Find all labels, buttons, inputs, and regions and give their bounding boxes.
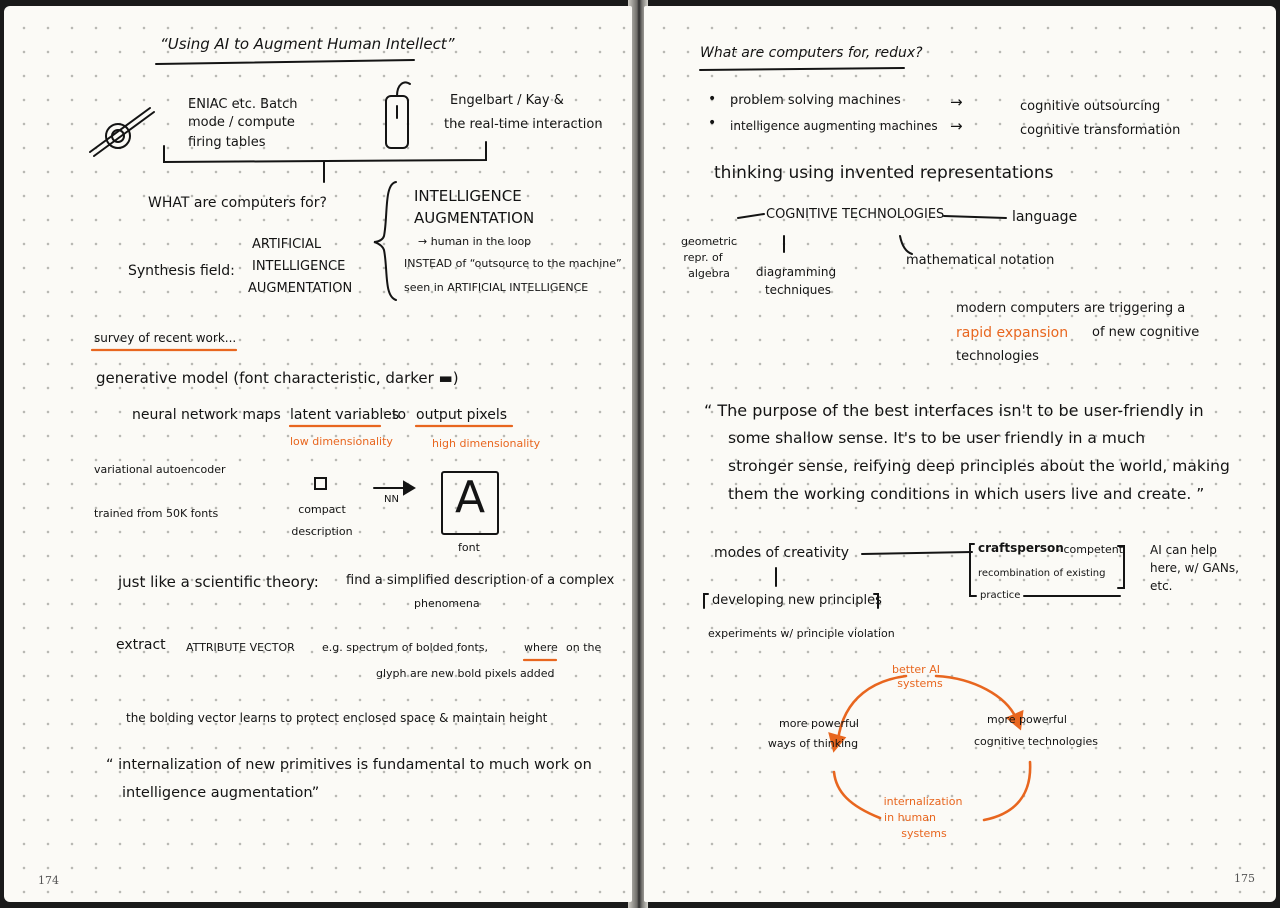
variational-autoencoder: variational autoencoder: [94, 463, 226, 476]
neural-network-maps: neural network maps: [132, 407, 281, 423]
bullet-right-2: cognitive transformation: [1020, 123, 1181, 138]
bullet-arrow-2: →: [950, 117, 963, 135]
better-ai-line-1: better AI: [892, 663, 940, 676]
glyph-bold-pixels: glyph are new bold pixels added: [376, 667, 555, 680]
quote-line-1: “ internalization of new primitives is f…: [106, 757, 592, 773]
where-word: where: [524, 641, 558, 654]
ia-seen-in: seen in ARTIFICIAL INTELLIGENCE: [404, 281, 589, 294]
attribute-vector: ATTRIBUTE VECTOR: [186, 641, 295, 654]
ai-help-line-3: etc.: [1150, 579, 1173, 593]
developing-new-principles: developing new principles: [712, 593, 882, 608]
recombination-existing: recombination of existing: [978, 568, 1106, 579]
modern-line-2: of new cognitive: [1092, 325, 1200, 340]
what-for-question: WHAT are computers for?: [148, 195, 327, 211]
mouse-device-icon: [385, 81, 411, 149]
right-page: What are computers for, redux? • problem…: [644, 6, 1276, 902]
diagramming-line-2: techniques: [764, 283, 832, 297]
phenomena: phenomena: [414, 597, 480, 610]
ia-instead: INSTEAD of “outsource to the machine”: [404, 257, 622, 270]
geometric-line-3: algebra: [688, 267, 730, 280]
mathematical-notation: mathematical notation: [906, 253, 1055, 268]
ia-human-loop: → human in the loop: [418, 235, 532, 248]
right-page-drawings: [699, 67, 1125, 822]
diagramming-line-1: diagramming: [755, 265, 837, 279]
bullet-dot-2: •: [708, 115, 717, 131]
eniac-line-2: mode / compute: [188, 115, 295, 130]
nn-label: NN: [384, 494, 399, 505]
page-number-left: 174: [38, 874, 59, 887]
font-label: font: [458, 541, 480, 554]
rapid-expansion: rapid expansion: [956, 325, 1069, 341]
cognitive-technologies: COGNITIVE TECHNOLOGIES: [766, 207, 945, 222]
geometric-line-1: geometric: [681, 235, 737, 248]
synthesis-term-2: INTELLIGENCE: [252, 259, 346, 274]
ai-help-line-1: AI can help: [1150, 543, 1217, 557]
latent-variables: latent variables: [290, 407, 400, 423]
compact-line-2: description: [291, 525, 353, 538]
page-title: “Using AI to Augment Human Intellect”: [160, 35, 455, 53]
ia-heading-2: AUGMENTATION: [414, 209, 535, 227]
interface-quote-4: them the working conditions in which use…: [728, 485, 1205, 503]
find-simplified: find a simplified description of a compl…: [346, 573, 615, 588]
just-like-theory: just like a scientific theory:: [118, 573, 319, 591]
ia-heading-1: INTELLIGENCE: [414, 187, 522, 205]
to-word: to: [392, 407, 407, 423]
cannon-icon: [89, 107, 155, 157]
ways-thinking-line-2: ways of thinking: [767, 737, 859, 750]
modes-of-creativity: modes of creativity: [714, 545, 850, 561]
generative-model: generative model (font characteristic, d…: [96, 369, 459, 387]
ways-thinking-line-1: more powerful: [779, 717, 859, 730]
bullet-dot-1: •: [708, 91, 717, 107]
synthesis-term-1: ARTIFICIAL: [252, 237, 322, 252]
internalization-line-2: in human: [884, 811, 936, 824]
survey-heading: survey of recent work...: [94, 331, 237, 345]
eniac-line-1: ENIAC etc. Batch: [188, 97, 298, 112]
interface-quote-3: stronger sense, reifying deep principles…: [728, 457, 1230, 475]
trained-from-fonts: trained from 50K fonts: [94, 507, 219, 520]
on-the-words: on the: [566, 641, 602, 654]
modern-line-3: technologies: [956, 349, 1039, 364]
eniac-line-3: firing tables: [188, 135, 266, 150]
interface-quote-2: some shallow sense. It's to be user frie…: [728, 429, 1146, 447]
language-label: language: [1012, 209, 1078, 225]
craftsperson: craftsperson: [978, 541, 1064, 555]
bolding-vector: the bolding vector learns to protect enc…: [126, 711, 548, 725]
cog-tech-line-2: cognitive technologies: [973, 735, 1099, 748]
internalization-line-3: systems: [901, 827, 947, 840]
competent: - competent: [1056, 543, 1124, 556]
interface-quote-1: “ The purpose of the best interfaces isn…: [704, 401, 1204, 420]
modern-line-1: modern computers are triggering a: [956, 301, 1186, 316]
quote-line-2: intelligence augmentation”: [122, 785, 320, 801]
bullet-left-2: intelligence augmenting machines: [730, 119, 938, 133]
glyph-letter: A: [454, 472, 486, 523]
bullet-right-1: cognitive outsourcing: [1020, 99, 1161, 114]
thinking-using-representations: thinking using invented representations: [714, 163, 1054, 183]
output-pixels: output pixels: [416, 407, 508, 423]
engelbart-line-1: Engelbart / Kay &: [450, 93, 564, 108]
page-number-right: 175: [1234, 872, 1255, 885]
high-dimensionality: high dimensionality: [432, 437, 541, 450]
experiments-principle-violation: experiments w/ principle violation: [708, 627, 895, 640]
bullet-left-1: problem solving machines: [730, 93, 901, 108]
extract-word: extract: [116, 637, 166, 653]
practice: practice: [980, 590, 1021, 601]
better-ai-line-2: systems: [897, 677, 943, 690]
synthesis-label: Synthesis field:: [128, 263, 235, 279]
compact-line-1: compact: [298, 503, 346, 516]
geometric-line-2: repr. of: [683, 251, 723, 264]
synthesis-term-3: AUGMENTATION: [248, 281, 353, 296]
right-page-title: What are computers for, redux?: [700, 45, 923, 61]
bullet-arrow-1: →: [950, 93, 963, 111]
internalization-line-1: internalization: [883, 795, 963, 808]
eg-spectrum: e.g. spectrum of bolded fonts,: [322, 641, 488, 654]
ai-help-line-2: here, w/ GANs,: [1150, 561, 1239, 575]
low-dimensionality: low dimensionality: [290, 435, 393, 448]
cog-tech-line-1: more powerful: [987, 713, 1067, 726]
engelbart-line-2: the real-time interaction: [444, 117, 603, 132]
left-page: “Using AI to Augment Human Intellect” EN…: [4, 6, 632, 902]
